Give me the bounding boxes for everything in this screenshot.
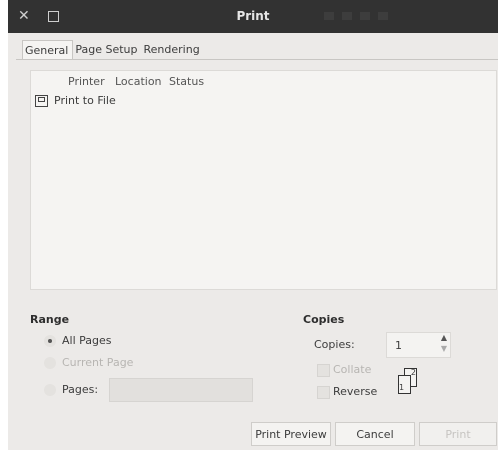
collate-label: Collate bbox=[333, 363, 372, 376]
printer-list[interactable]: Printer Location Status Print to File bbox=[30, 70, 497, 290]
menu-ghost-icon bbox=[360, 12, 370, 20]
reverse-label[interactable]: Reverse bbox=[333, 385, 377, 398]
tab-rendering[interactable]: Rendering bbox=[142, 40, 204, 60]
printer-name: Print to File bbox=[54, 94, 116, 107]
printer-icon bbox=[35, 94, 48, 107]
print-button: Print bbox=[419, 422, 497, 446]
copies-title: Copies bbox=[303, 313, 345, 326]
tab-general[interactable]: General bbox=[22, 40, 74, 60]
collate-checkbox bbox=[317, 364, 330, 377]
collate-preview-icon: 2 1 bbox=[390, 366, 430, 402]
tab-page-setup[interactable]: Page Setup bbox=[73, 40, 141, 60]
printer-list-header: Printer Location Status bbox=[31, 71, 496, 91]
copies-value: 1 bbox=[395, 339, 402, 352]
current-page-label: Current Page bbox=[62, 356, 134, 369]
print-preview-button[interactable]: Print Preview bbox=[251, 422, 331, 446]
column-header-printer[interactable]: Printer bbox=[68, 75, 105, 88]
copies-label: Copies: bbox=[314, 338, 355, 351]
column-header-status[interactable]: Status bbox=[169, 75, 204, 88]
all-pages-label[interactable]: All Pages bbox=[62, 334, 112, 347]
radio-current-page bbox=[44, 357, 56, 369]
radio-pages[interactable] bbox=[44, 384, 56, 396]
copies-spinbox[interactable]: 1 ▲ ▼ bbox=[386, 332, 451, 358]
spin-down-icon[interactable]: ▼ bbox=[441, 344, 447, 353]
range-title: Range bbox=[30, 313, 70, 326]
titlebar: ✕ Print bbox=[8, 0, 498, 33]
column-header-location[interactable]: Location bbox=[115, 75, 162, 88]
menu-ghost-icon bbox=[324, 12, 334, 20]
tab-divider bbox=[16, 59, 498, 60]
printer-row[interactable]: Print to File bbox=[35, 94, 116, 107]
menu-ghost-icon bbox=[342, 12, 352, 20]
print-dialog: ✕ Print General Page Setup Rendering Pri… bbox=[8, 0, 498, 450]
menu-ghost-icon bbox=[378, 12, 388, 20]
cancel-button[interactable]: Cancel bbox=[335, 422, 415, 446]
pages-label[interactable]: Pages: bbox=[62, 383, 98, 396]
pages-input[interactable] bbox=[109, 378, 253, 402]
window-title: Print bbox=[236, 9, 270, 23]
preview-page-1: 1 bbox=[398, 375, 411, 394]
spin-up-icon[interactable]: ▲ bbox=[441, 333, 447, 342]
tab-bar: General Page Setup Rendering bbox=[22, 40, 204, 60]
radio-all-pages[interactable] bbox=[44, 335, 56, 347]
reverse-checkbox[interactable] bbox=[317, 386, 330, 399]
